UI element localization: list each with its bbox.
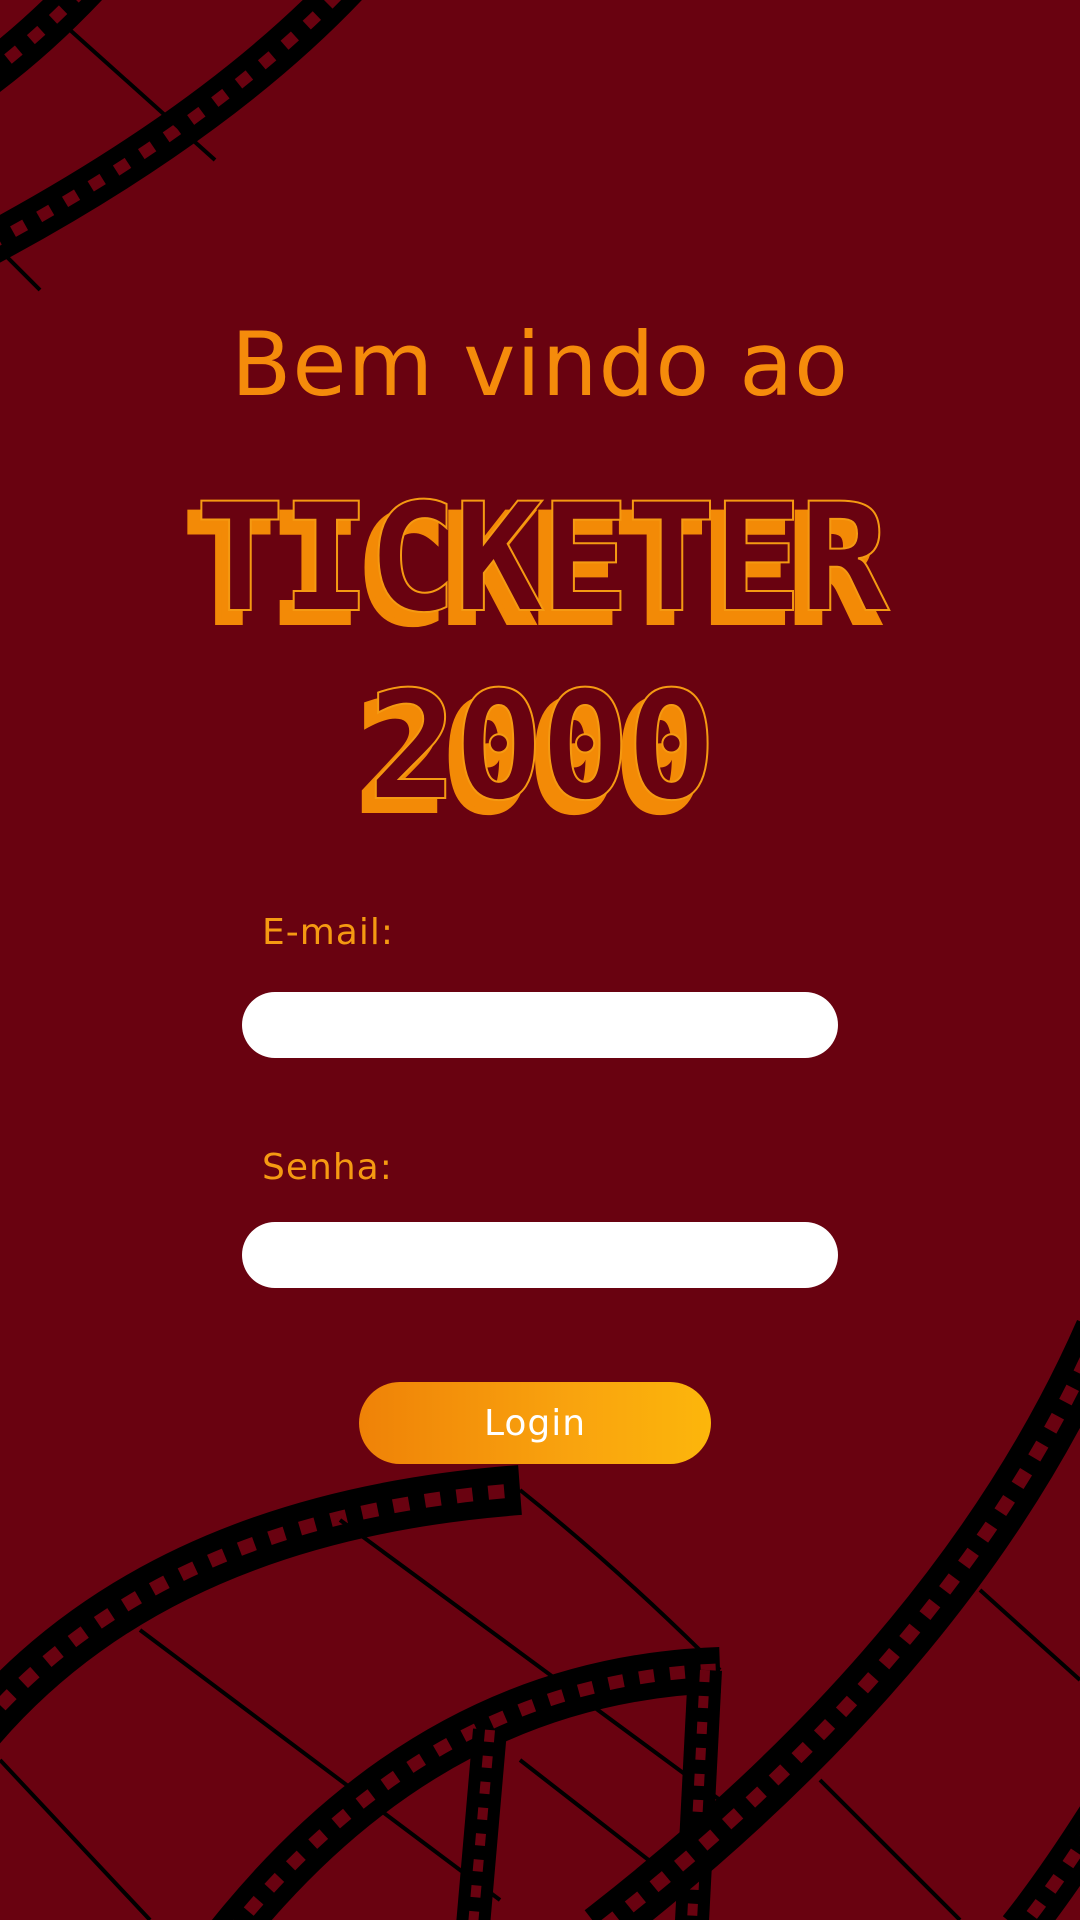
film-strip-bottom-left — [0, 1465, 722, 1920]
password-input[interactable] — [242, 1222, 838, 1288]
app-logo: TICKETER TICKETER 2000 2000 — [181, 471, 895, 849]
password-label: Senha: — [262, 1147, 393, 1188]
login-button[interactable]: Login — [359, 1382, 711, 1464]
logo-line2: 2000 — [367, 660, 712, 834]
email-label: E-mail: — [262, 912, 394, 953]
logo-line1: TICKETER — [195, 472, 890, 646]
email-input[interactable] — [242, 992, 838, 1058]
welcome-heading: Bem vindo ao — [231, 313, 849, 416]
film-strip-bottom-center — [211, 1647, 722, 1920]
film-strip-decoration — [0, 0, 1080, 1920]
film-strip-top-left — [0, 0, 362, 292]
